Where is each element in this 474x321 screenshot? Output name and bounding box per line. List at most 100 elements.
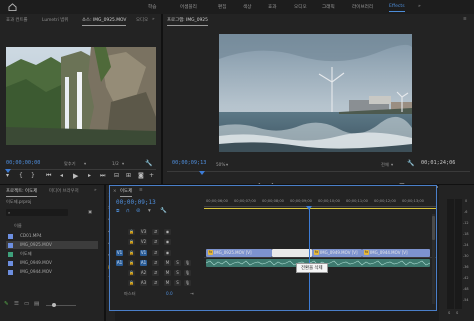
sync-lock-icon[interactable]: ⇵ [152,229,159,235]
program-zoom-dropdown[interactable]: 50% [216,162,225,167]
tab-source[interactable]: 소스: IMG_0925.MOV [82,17,127,26]
lock-icon[interactable]: 🔒 [128,250,135,256]
eye-icon[interactable]: ◉ [164,229,171,235]
lock-icon[interactable]: 🔒 [128,280,135,286]
eye-icon[interactable]: ◉ [164,250,171,256]
insert-icon[interactable]: ⊟ [114,173,119,179]
home-icon[interactable] [8,3,17,11]
wrench-icon[interactable]: 🔧 [145,160,152,167]
marker-icon[interactable]: ▾ [6,173,9,179]
timeline-timecode[interactable]: 00;00;09;13 [116,199,156,206]
track-id-v1[interactable]: V1 [140,250,147,256]
lock-icon[interactable]: 🔒 [128,270,135,276]
sync-lock-icon[interactable]: ⇵ [152,270,159,276]
track-id-a3[interactable]: A3 [140,280,147,286]
mute-button[interactable]: M [164,270,171,276]
step-back-icon[interactable]: ◂ [60,173,63,179]
new-search-bin-icon[interactable]: ▣ [88,209,92,214]
tab-program[interactable]: 프로그램: IMG_0925 [167,17,208,26]
track-id-a1[interactable]: A1 [140,260,147,266]
track-id-v2[interactable]: V2 [140,239,147,245]
sync-lock-icon[interactable]: ⇵ [152,260,159,266]
project-item-selected[interactable]: IMG_0925.MOV [6,241,98,249]
go-to-end-icon[interactable]: ⇥ [190,291,194,296]
voiceover-mic-icon[interactable]: 🎙 [184,280,191,286]
solo-button[interactable]: S [174,280,181,286]
project-item[interactable]: IMG_0944.MOV [6,268,98,276]
tab-lumetri-scopes[interactable]: Lumetri 범위 [42,17,68,23]
workspace-tab-effects-ko[interactable]: 효과 [268,4,276,10]
fit-chevron-icon[interactable]: ▾ [84,161,86,166]
context-tooltip[interactable]: 전환을 삭제 [296,263,328,273]
zoom-slider[interactable] [46,305,76,306]
tab-audio-mixer[interactable]: 오디오 [136,17,148,23]
solo-button[interactable]: S [174,270,181,276]
mark-out-icon[interactable]: } [31,173,35,179]
freeform-view-icon[interactable]: ▤ [34,301,39,307]
master-volume-value[interactable]: 0.0 [166,291,173,296]
workspace-tab-assembly[interactable]: 어셈블리 [180,4,197,10]
program-video-frame[interactable] [219,34,412,152]
solo-button[interactable]: S [174,260,181,266]
timeline-ruler[interactable]: 00;00;06;00 00;00;07;00 00;00;08;00 00;0… [204,198,436,210]
source-resolution-dropdown[interactable]: 1/2 [112,161,119,166]
source-patch-a1[interactable]: A1 [116,260,123,266]
panel-overflow-icon[interactable]: » [152,17,155,22]
timeline-settings-icon[interactable]: 🔧 [160,208,167,214]
project-item[interactable]: 이도제 [6,250,98,258]
nest-icon[interactable]: ⧈ [116,208,120,215]
timeline-clip[interactable]: fx IMG_0949.MOV [V] [312,249,362,257]
program-overflow-icon[interactable]: ≡ [463,17,467,22]
sequence-menu-icon[interactable]: ≡ [139,188,143,193]
workspace-tab-effects[interactable]: Effects [389,4,405,12]
timeline-clip[interactable]: fx IMG_0944.MOV [V] [362,249,430,257]
workspace-tab-graphics[interactable]: 그래픽 [322,4,335,10]
work-area-bar[interactable] [204,208,436,209]
tab-project[interactable]: 프로젝트: 이도제 [6,188,38,197]
project-overflow-icon[interactable]: » [94,188,97,193]
lock-icon[interactable]: 🔒 [128,239,135,245]
source-patch-v1[interactable]: V1 [116,250,123,256]
program-resolution-chevron-icon[interactable]: ▾ [391,162,393,167]
name-column-header[interactable]: 이름 [14,223,22,229]
go-to-out-icon[interactable]: ⏭ [100,173,105,179]
tab-effect-controls[interactable]: 효과 컨트롤 [6,17,28,23]
voiceover-mic-icon[interactable]: 🎙 [184,260,191,266]
lock-icon[interactable]: 🔒 [128,229,135,235]
snap-icon[interactable]: ∩ [126,208,130,214]
sync-lock-icon[interactable]: ⇵ [152,250,159,256]
list-view-icon[interactable]: ☰ [14,301,19,307]
track-id-v3[interactable]: V3 [140,229,147,235]
sync-lock-icon[interactable]: ⇵ [152,239,159,245]
go-to-in-icon[interactable]: ⏮ [46,173,51,179]
workspace-tab-libraries[interactable]: 라이브러리 [352,4,373,10]
transition-selected[interactable] [272,249,312,257]
program-time-ruler[interactable] [167,171,470,172]
overwrite-icon[interactable]: ⊞ [126,173,131,179]
workspace-overflow-icon[interactable]: » [418,4,421,9]
source-fit-dropdown[interactable]: 맞추기 [64,161,76,167]
program-resolution-dropdown[interactable]: 전체 [381,162,389,168]
zoom-slider-handle[interactable] [52,303,56,307]
timeline-clip[interactable]: fx IMG_0925.MOV [V] [206,249,272,257]
solo-left-button[interactable]: S [448,311,450,315]
solo-right-button[interactable]: S [456,311,458,315]
zoom-chevron-icon[interactable]: ▾ [226,162,228,167]
tab-media-browser[interactable]: 미디어 브라우저 [49,188,79,194]
sync-lock-icon[interactable]: ⇵ [152,280,159,286]
step-forward-icon[interactable]: ▸ [88,173,91,179]
program-wrench-icon[interactable]: 🔧 [407,160,414,167]
mute-button[interactable]: M [164,280,171,286]
source-video-frame[interactable] [6,47,156,145]
project-item[interactable]: IMG_0949.MOV [6,259,98,267]
voiceover-mic-icon[interactable]: 🎙 [184,270,191,276]
source-time-ruler[interactable] [6,169,156,170]
lock-icon[interactable]: 🔒 [128,260,135,266]
scrollbar-thumb[interactable] [432,216,435,240]
workspace-tab-audio[interactable]: 오디오 [294,4,307,10]
add-marker-icon[interactable]: ▾ [148,208,151,214]
play-icon[interactable]: ▶ [73,173,78,180]
workspace-tab-editing[interactable]: 편집 [218,4,226,10]
timeline-close-icon[interactable]: × [113,188,117,193]
program-timecode[interactable]: 00;00;09;13 [172,160,206,166]
